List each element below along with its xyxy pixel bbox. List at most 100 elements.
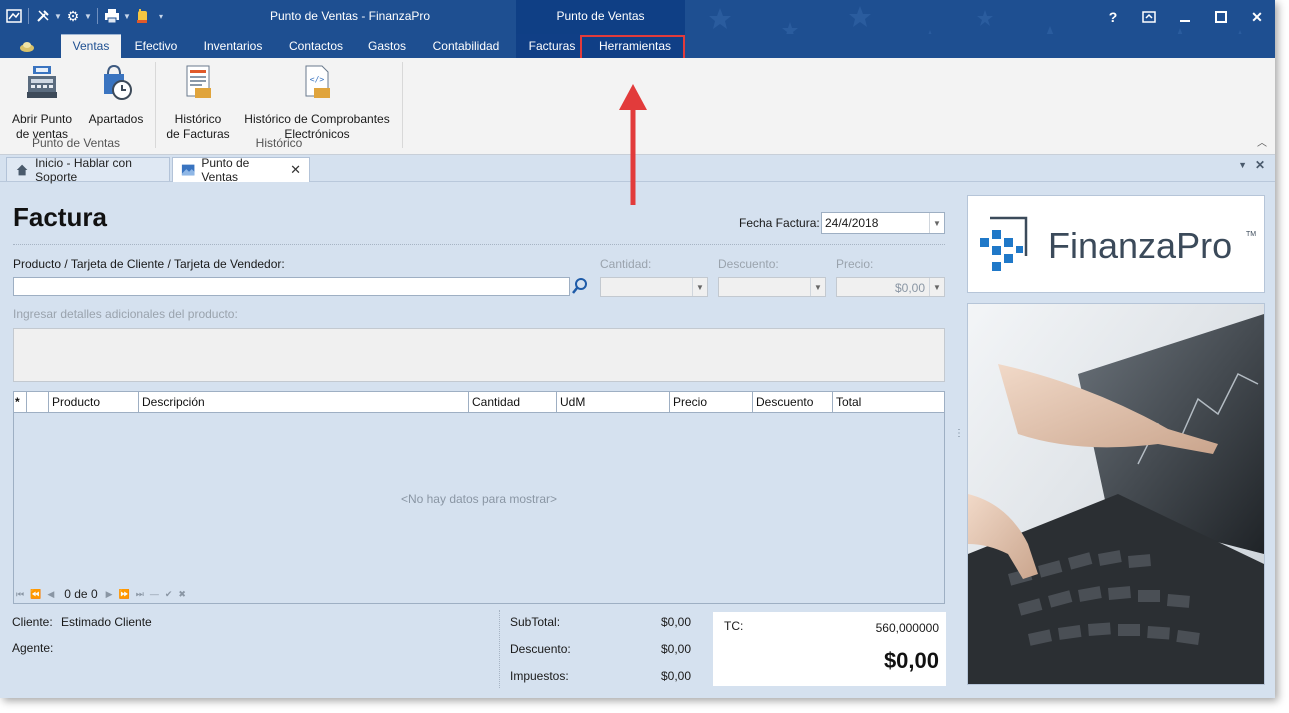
cliente-label: Cliente: [12, 615, 53, 629]
doc-tab-inicio-label: Inicio - Hablar con Soporte [35, 155, 132, 184]
column-total[interactable]: Total [832, 392, 944, 412]
hand-icon[interactable] [132, 6, 152, 26]
group-label-punto-de-ventas: Punto de Ventas [31, 136, 121, 150]
prev-record-icon[interactable]: ◀ [47, 589, 54, 600]
cancel-icon[interactable]: ✖ [178, 589, 186, 600]
search-icon[interactable] [570, 276, 590, 296]
chevron-down-icon[interactable]: ▼ [122, 12, 132, 21]
cash-register-icon [27, 66, 57, 98]
window-controls: ? ✕ [1095, 0, 1275, 34]
help-icon[interactable]: ? [1095, 0, 1131, 34]
page-title: Factura [13, 202, 107, 232]
collapse-ribbon-icon[interactable]: ︿ [1257, 134, 1267, 149]
logo-trademark: TM [1246, 231, 1256, 238]
column-udm[interactable]: UdM [556, 392, 669, 412]
descuento-total-label: Descuento: [510, 642, 571, 656]
document-tabs: Inicio - Hablar con Soporte Punto de Ven… [0, 155, 1275, 184]
total-box: TC: 560,000000 $0,00 [713, 612, 946, 686]
descuento-label: Descuento: [718, 257, 779, 271]
restore-ribbon-icon[interactable] [1131, 0, 1167, 34]
chevron-down-icon[interactable]: ▼ [810, 278, 825, 296]
row-indicator-column [26, 392, 48, 412]
column-cantidad[interactable]: Cantidad [468, 392, 556, 412]
cliente-value[interactable]: Estimado Cliente [61, 615, 152, 629]
chevron-down-icon[interactable]: ▼ [929, 278, 944, 296]
doc-tab-punto-label: Punto de Ventas [201, 156, 250, 184]
impuestos-label: Impuestos: [510, 669, 569, 683]
detalles-textarea[interactable] [13, 328, 945, 382]
backstage-icon[interactable] [10, 34, 44, 58]
tab-list-dropdown-icon[interactable]: ▼ [1238, 160, 1247, 170]
abrir-punto-de-ventas-button[interactable]: Abrir Punto de ventas [6, 62, 78, 142]
cantidad-field[interactable]: ▼ [600, 277, 708, 297]
descuento-field[interactable]: ▼ [718, 277, 826, 297]
qat-separator [97, 8, 98, 24]
tab-gastos[interactable]: Gastos [360, 34, 414, 58]
bag-clock-icon [104, 64, 132, 100]
app-menu-icon[interactable] [4, 6, 24, 26]
precio-field[interactable]: $0,00 ▼ [836, 277, 945, 297]
chevron-down-icon[interactable]: ▼ [929, 213, 944, 233]
historico-comprobantes-button[interactable]: </> Histórico de Comprobantes Electrónic… [240, 62, 394, 142]
fecha-factura-label: Fecha Factura: [739, 216, 820, 230]
tab-facturas[interactable]: Facturas [520, 34, 584, 58]
chevron-down-icon[interactable]: ▼ [83, 12, 93, 21]
customize-qat-icon[interactable]: ▾ [156, 12, 166, 21]
tab-inventarios[interactable]: Inventarios [194, 34, 272, 58]
minimize-icon[interactable] [1167, 0, 1203, 34]
tab-ventas[interactable]: Ventas [61, 34, 121, 58]
column-descripcion[interactable]: Descripción [138, 392, 468, 412]
precio-label: Precio: [836, 257, 874, 271]
grand-total: $0,00 [883, 648, 939, 673]
fecha-factura-field[interactable]: 24/4/2018 ▼ [821, 212, 945, 234]
tools-icon[interactable] [33, 6, 53, 26]
descuento-total-value: $0,00 [660, 642, 691, 656]
tab-contactos[interactable]: Contactos [280, 34, 352, 58]
next-page-icon[interactable]: ⏩ [119, 589, 130, 600]
xml-document-icon: </> [305, 65, 330, 98]
confirm-icon[interactable]: ✔ [165, 589, 173, 600]
invoice-history-icon [186, 65, 211, 98]
detalles-label: Ingresar detalles adicionales del produc… [13, 307, 238, 321]
subtotal-label: SubTotal: [510, 615, 561, 629]
historico-de-facturas-button[interactable]: Histórico de Facturas [164, 62, 232, 142]
prev-page-icon[interactable]: ⏪ [30, 589, 41, 600]
chevron-down-icon[interactable]: ▼ [53, 12, 63, 21]
column-precio[interactable]: Precio [669, 392, 752, 412]
delete-record-icon[interactable]: — [150, 589, 159, 599]
grid-pager: ⏮ ⏪ ◀ 0 de 0 ▶ ⏩ ⏭ — ✔ ✖ [16, 586, 192, 602]
tab-contabilidad[interactable]: Contabilidad [422, 34, 510, 58]
gear-icon[interactable]: ⚙ [63, 6, 83, 26]
items-grid[interactable]: * Producto Descripción Cantidad UdM Prec… [13, 391, 945, 604]
last-page-icon[interactable]: ⏭ [136, 589, 144, 600]
column-descuento[interactable]: Descuento [752, 392, 832, 412]
svg-text:</>: </> [310, 75, 325, 84]
fecha-factura-value: 24/4/2018 [825, 216, 879, 230]
landscape-icon [181, 164, 195, 176]
laptop-hand-image [968, 304, 1264, 684]
tab-efectivo[interactable]: Efectivo [126, 34, 186, 58]
producto-input[interactable] [13, 277, 570, 296]
ribbon-body: Abrir Punto de ventas Apartados Punto de… [0, 58, 1275, 155]
chevron-down-icon[interactable]: ▼ [692, 278, 707, 296]
finanzapro-logo: FinanzaPro TM [980, 216, 1256, 271]
laptop-photo [967, 303, 1265, 685]
maximize-icon[interactable] [1203, 0, 1239, 34]
next-record-icon[interactable]: ▶ [106, 589, 113, 600]
close-tab-icon[interactable]: ✕ [290, 162, 301, 178]
close-icon[interactable]: ✕ [1239, 0, 1275, 34]
app-window: Punto de Ventas - FinanzaPro Punto de Ve… [0, 0, 1275, 698]
doc-tab-punto-de-ventas[interactable]: Punto de Ventas ✕ [172, 156, 310, 184]
printer-icon[interactable] [102, 6, 122, 26]
column-producto[interactable]: Producto [48, 392, 138, 412]
doc-tab-inicio[interactable]: Inicio - Hablar con Soporte [6, 155, 170, 184]
panel-splitter[interactable]: ⋮ [954, 429, 964, 439]
subtotal-value: $0,00 [660, 615, 691, 629]
apartados-button[interactable]: Apartados [86, 62, 146, 127]
grid-header: * Producto Descripción Cantidad UdM Prec… [14, 392, 944, 413]
agente-label: Agente: [12, 641, 54, 655]
first-page-icon[interactable]: ⏮ [16, 589, 24, 600]
close-document-icon[interactable]: ✕ [1255, 158, 1265, 172]
totals-divider [499, 610, 500, 688]
tc-label: TC: [724, 619, 744, 633]
